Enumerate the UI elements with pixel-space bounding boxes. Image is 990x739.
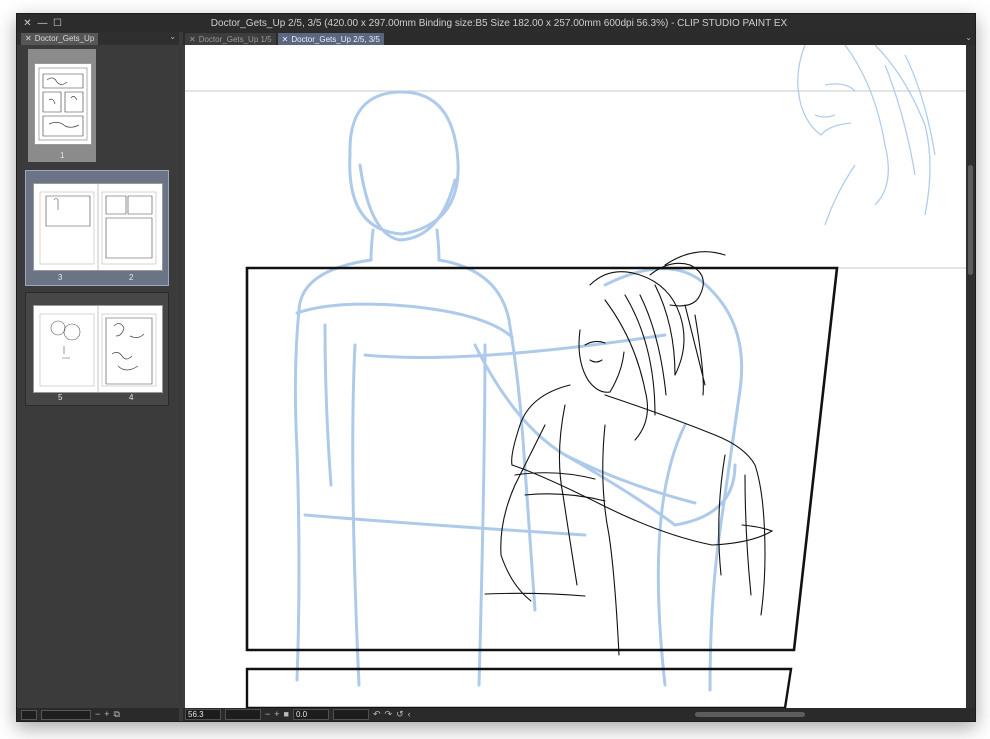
page-manager-panel: ✕ Doctor_Gets_Up ⌄ 1 3 2 5 4 − + ⧉ (17, 32, 179, 721)
page-number-label: 4 (129, 393, 134, 402)
close-window-button[interactable]: ✕ (23, 18, 32, 29)
close-tab-icon[interactable]: ✕ (25, 34, 32, 43)
vertical-scrollbar[interactable] (966, 45, 975, 708)
page-thumbnail-4-5[interactable]: 5 4 (25, 292, 169, 406)
page-number-label: 3 (58, 273, 63, 282)
rotate-right-icon[interactable]: ↷ (385, 710, 393, 719)
page-manager-tabbar: ✕ Doctor_Gets_Up ⌄ (17, 32, 179, 45)
thumbnail-size-box[interactable] (21, 709, 37, 720)
page-number-label: 2 (129, 273, 134, 282)
minus-icon[interactable]: − (95, 710, 100, 719)
rotation-slider[interactable] (332, 709, 369, 720)
page-thumbnail-2-3[interactable]: 3 2 (25, 170, 169, 286)
canvas-area: ✕ Doctor_Gets_Up 1/5 ✕ Doctor_Gets_Up 2/… (183, 32, 975, 721)
rotation-value: 0.0 (295, 710, 308, 719)
page-manager-footer: − + ⧉ (17, 708, 179, 721)
canvas-status-bar: 56.3 − + ■ 0.0 ↶ ↷ ↺ ‹ (183, 708, 975, 721)
zoom-in-icon[interactable]: + (274, 710, 279, 719)
document-tab-label: Doctor_Gets_Up 1/5 (198, 34, 272, 44)
document-tab[interactable]: ✕ Doctor_Gets_Up 1/5 (185, 33, 276, 45)
page-thumbnails: 1 3 2 5 4 (25, 48, 169, 412)
maximize-window-button[interactable]: ☐ (53, 18, 62, 29)
page-manager-tab[interactable]: ✕ Doctor_Gets_Up (21, 32, 99, 45)
horizontal-scroll-thumb[interactable] (694, 712, 805, 717)
title-bar: ✕ — ☐ Doctor_Gets_Up 2/5, 3/5 (420.00 x … (17, 14, 975, 32)
artwork (185, 45, 966, 708)
close-tab-icon[interactable]: ✕ (189, 35, 196, 44)
reset-rotation-icon[interactable]: ↺ (396, 710, 404, 719)
scroll-left-icon[interactable]: ‹ (408, 710, 411, 719)
page-2-3-preview (33, 183, 163, 271)
app-window: ✕ — ☐ Doctor_Gets_Up 2/5, 3/5 (420.00 x … (16, 13, 976, 722)
page-1-preview (34, 63, 92, 145)
window-title: Doctor_Gets_Up 2/5, 3/5 (420.00 x 297.00… (210, 17, 788, 29)
thumbnail-size-slider[interactable] (41, 709, 91, 720)
page-number-label: 1 (60, 151, 65, 160)
plus-icon[interactable]: + (104, 710, 109, 719)
drawing-canvas[interactable] (185, 45, 966, 708)
vertical-scroll-thumb[interactable] (968, 165, 973, 275)
zoom-slider[interactable] (225, 709, 261, 720)
window-controls: ✕ — ☐ (17, 18, 83, 29)
document-tabs: ✕ Doctor_Gets_Up 1/5 ✕ Doctor_Gets_Up 2/… (183, 32, 975, 45)
page-thumbnail-1[interactable]: 1 (25, 48, 169, 164)
horizontal-scrollbar[interactable] (415, 710, 955, 719)
fit-window-icon[interactable]: ■ (284, 710, 289, 719)
document-tab-active[interactable]: ✕ Doctor_Gets_Up 2/5, 3/5 (277, 33, 384, 45)
page-settings-icon[interactable]: ⧉ (114, 710, 120, 719)
page-manager-tab-label: Doctor_Gets_Up (34, 34, 95, 43)
chevron-down-icon[interactable]: ⌄ (965, 33, 972, 42)
page-number-label: 5 (58, 393, 63, 402)
zoom-out-icon[interactable]: − (265, 710, 270, 719)
zoom-field[interactable]: 56.3 (185, 709, 221, 720)
minimize-window-button[interactable]: — (38, 18, 48, 29)
document-tab-label: Doctor_Gets_Up 2/5, 3/5 (291, 34, 380, 44)
chevron-down-icon[interactable]: ⌄ (169, 32, 176, 41)
close-tab-icon[interactable]: ✕ (282, 35, 289, 44)
rotation-field[interactable]: 0.0 (292, 709, 329, 720)
rotate-left-icon[interactable]: ↶ (373, 710, 381, 719)
zoom-value: 56.3 (188, 710, 204, 719)
page-4-5-preview (33, 305, 163, 393)
